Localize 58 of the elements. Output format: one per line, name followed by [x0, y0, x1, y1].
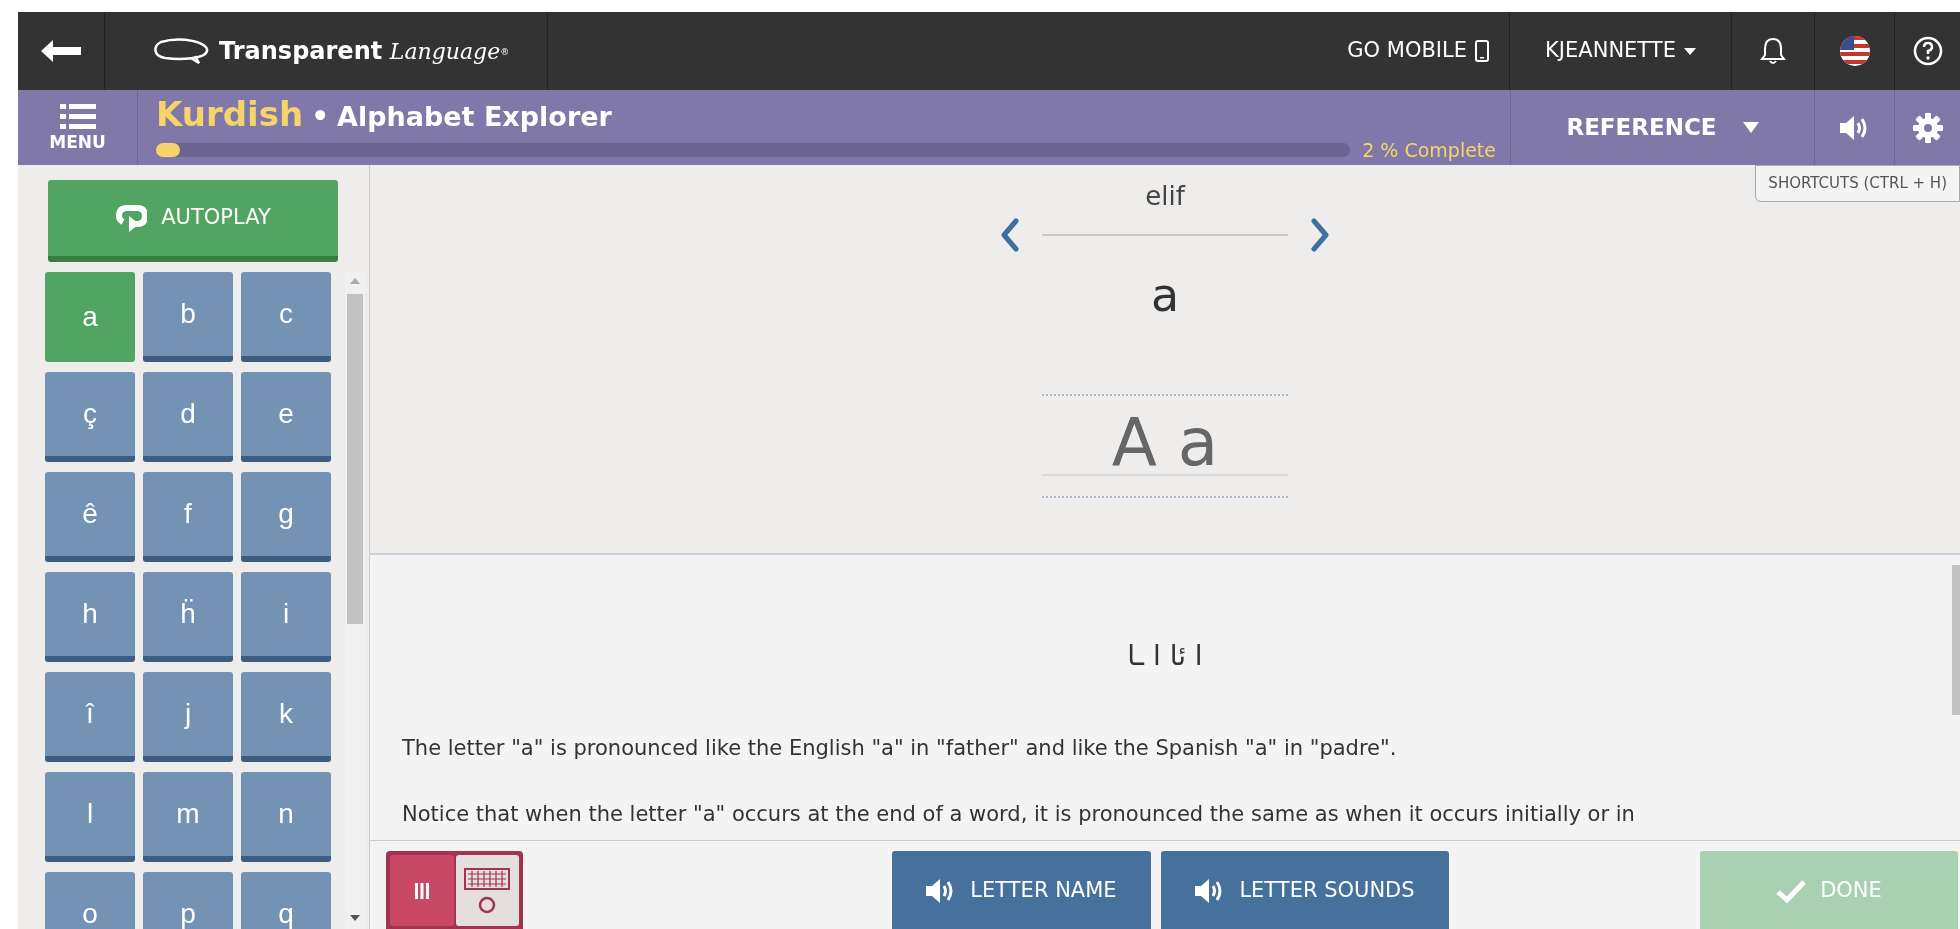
chevron-right-icon [1310, 218, 1330, 252]
speech-swirl-icon [151, 38, 211, 64]
letter-tile[interactable]: ç [45, 372, 135, 462]
help-icon [1912, 36, 1943, 66]
letter-tile[interactable]: j [143, 672, 233, 762]
letter-tile[interactable]: e [241, 372, 331, 462]
checkmark-icon [1776, 878, 1807, 903]
letter-tile[interactable]: a [45, 272, 135, 362]
bell-icon [1760, 37, 1786, 65]
letter-tile[interactable]: n [241, 772, 331, 862]
arabic-letter-forms: ا ئا ا ـا [1127, 638, 1203, 674]
autoplay-button[interactable]: AUTOPLAY [48, 180, 338, 262]
letter-tile[interactable]: m [143, 772, 233, 862]
letter-tile[interactable]: ê [45, 472, 135, 562]
input-mode-option[interactable] [455, 855, 519, 926]
back-arrow-icon [41, 40, 81, 62]
scroll-down-icon [350, 915, 360, 921]
letter-tile[interactable]: i [241, 572, 331, 662]
caret-icon [1683, 47, 1696, 55]
letter-tile[interactable]: o [45, 872, 135, 929]
letter-tile[interactable]: p [143, 872, 233, 929]
logo-text: Transparent Language$^{®}$ [219, 36, 510, 67]
bars-icon [414, 882, 429, 899]
loop-arrow-icon [115, 204, 148, 232]
shortcuts-tooltip: SHORTCUTS (CTRL + H) [1755, 165, 1960, 202]
next-letter-button[interactable] [1310, 218, 1330, 252]
letter-tile[interactable]: b [143, 272, 233, 362]
caret-icon [1742, 122, 1759, 133]
previous-letter-button[interactable] [1000, 218, 1020, 252]
letter-pair: A a [1111, 410, 1219, 483]
letter-tile[interactable]: î [45, 672, 135, 762]
letter-tile[interactable]: q [241, 872, 331, 929]
letter-tile[interactable]: h [45, 572, 135, 662]
play-audio-button[interactable]: LETTER SOUNDS [1161, 851, 1449, 929]
letter-tile[interactable]: f [143, 472, 233, 562]
input-mode-option[interactable] [390, 855, 454, 926]
chevron-left-icon [1000, 218, 1020, 252]
circle-icon [478, 895, 497, 914]
letter-tile[interactable]: g [241, 472, 331, 562]
letter-tile[interactable]: d [143, 372, 233, 462]
letter-tile[interactable]: l [45, 772, 135, 862]
letter-tile[interactable]: k [241, 672, 331, 762]
letter-tile[interactable]: c [241, 272, 331, 362]
explanation-paragraph: The letter "a" is pronounced like the English "a" in "father" and like the Spanish "a" in "padre". [402, 735, 1398, 762]
activity-title: Alphabet Explorer [337, 100, 612, 134]
title-separator: • [311, 99, 330, 135]
flag-icon [1839, 36, 1870, 66]
keyboard-icon [464, 867, 511, 890]
menu-icon [59, 104, 96, 130]
letter-glyph: a [1150, 272, 1180, 318]
scroll-up-icon [350, 278, 360, 284]
explanation-paragraph: Notice that when the letter "a" occurs at the end of a word, it is pronounced the same as when it occurs initially or in [402, 800, 1636, 828]
letter-name: elif [1145, 180, 1185, 213]
letter-tile[interactable]: ḧ [143, 572, 233, 662]
play-audio-button[interactable]: LETTER NAME [892, 851, 1151, 929]
progress-label: 2 % Complete [1362, 138, 1496, 161]
course-language: Kurdish [156, 94, 304, 134]
phone-icon [1475, 40, 1489, 62]
